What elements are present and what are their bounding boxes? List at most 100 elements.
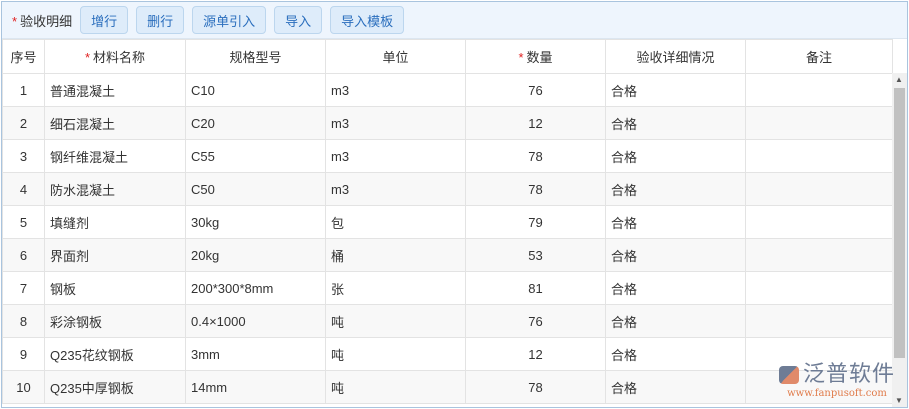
- table-cell[interactable]: [745, 106, 893, 140]
- table-cell[interactable]: 合格: [605, 238, 746, 272]
- add-row-button[interactable]: 增行: [80, 6, 129, 34]
- table-cell[interactable]: 张: [325, 271, 466, 305]
- column-header-label: 规格型号: [229, 50, 282, 65]
- table-cell[interactable]: 3: [2, 139, 45, 173]
- table-cell[interactable]: C50: [185, 172, 326, 206]
- table-cell[interactable]: [745, 271, 893, 305]
- table-cell[interactable]: 7: [2, 271, 45, 305]
- scroll-up-icon[interactable]: ▲: [895, 75, 903, 84]
- table-cell[interactable]: 合格: [605, 106, 746, 140]
- table-cell[interactable]: [745, 238, 893, 272]
- table-cell[interactable]: Q235花纹钢板: [44, 337, 186, 371]
- logo-url: www.fanpusoft.com: [787, 388, 887, 399]
- column-header[interactable]: 单位: [325, 39, 466, 74]
- column-header-label: 数量: [526, 50, 553, 65]
- table-cell[interactable]: m3: [325, 139, 466, 173]
- table-cell[interactable]: Q235中厚钢板: [44, 370, 186, 404]
- table-row[interactable]: 5 填缝剂 30kg 包 79 合格: [2, 205, 893, 239]
- required-mark: *: [84, 50, 91, 65]
- table-cell[interactable]: 填缝剂: [44, 205, 186, 239]
- table-cell[interactable]: [745, 304, 893, 338]
- table-row[interactable]: 6 界面剂 20kg 桶 53 合格: [2, 238, 893, 272]
- table-cell[interactable]: 3mm: [185, 337, 326, 371]
- table-cell[interactable]: 9: [2, 337, 45, 371]
- table-cell[interactable]: 吨: [325, 304, 466, 338]
- table-cell[interactable]: 合格: [605, 370, 746, 404]
- table-cell[interactable]: C20: [185, 106, 326, 140]
- import-source-button[interactable]: 源单引入: [192, 6, 267, 34]
- table-row[interactable]: 9 Q235花纹钢板 3mm 吨 12 合格: [2, 337, 893, 371]
- table-cell[interactable]: 81: [465, 271, 606, 305]
- column-header-label: 序号: [10, 50, 37, 65]
- table-cell[interactable]: 合格: [605, 337, 746, 371]
- table-cell[interactable]: 合格: [605, 172, 746, 206]
- table-cell[interactable]: 76: [465, 73, 606, 107]
- table-cell[interactable]: C55: [185, 139, 326, 173]
- table-cell[interactable]: 钢纤维混凝土: [44, 139, 186, 173]
- table-cell[interactable]: 合格: [605, 271, 746, 305]
- table-cell[interactable]: 78: [465, 139, 606, 173]
- table-cell[interactable]: 14mm: [185, 370, 326, 404]
- table-row[interactable]: 8 彩涂钢板 0.4×1000 吨 76 合格: [2, 304, 893, 338]
- column-header[interactable]: * 材料名称: [44, 39, 186, 74]
- table-cell[interactable]: 0.4×1000: [185, 304, 326, 338]
- column-header[interactable]: 序号: [2, 39, 45, 74]
- table-cell[interactable]: 包: [325, 205, 466, 239]
- table-cell[interactable]: 普通混凝土: [44, 73, 186, 107]
- table-cell[interactable]: 2: [2, 106, 45, 140]
- table-cell[interactable]: 彩涂钢板: [44, 304, 186, 338]
- table-cell[interactable]: 78: [465, 172, 606, 206]
- table-cell[interactable]: 1: [2, 73, 45, 107]
- table-cell[interactable]: 30kg: [185, 205, 326, 239]
- table-cell[interactable]: m3: [325, 73, 466, 107]
- table-row[interactable]: 4 防水混凝土 C50 m3 78 合格: [2, 172, 893, 206]
- table-cell[interactable]: 12: [465, 337, 606, 371]
- table-cell[interactable]: 4: [2, 172, 45, 206]
- table-cell[interactable]: C10: [185, 73, 326, 107]
- table-cell[interactable]: 合格: [605, 304, 746, 338]
- table-cell[interactable]: [745, 172, 893, 206]
- table-cell[interactable]: 合格: [605, 139, 746, 173]
- table-row[interactable]: 3 钢纤维混凝土 C55 m3 78 合格: [2, 139, 893, 173]
- column-header[interactable]: 备注: [745, 39, 893, 74]
- table-cell[interactable]: 吨: [325, 370, 466, 404]
- scrollbar-thumb[interactable]: [894, 88, 905, 358]
- table-row[interactable]: 1 普通混凝土 C10 m3 76 合格: [2, 73, 893, 107]
- table-cell[interactable]: 桶: [325, 238, 466, 272]
- table-cell[interactable]: 8: [2, 304, 45, 338]
- table-cell[interactable]: m3: [325, 172, 466, 206]
- table-cell[interactable]: 12: [465, 106, 606, 140]
- table-cell[interactable]: 5: [2, 205, 45, 239]
- logo-icon: [778, 366, 799, 385]
- table-cell[interactable]: m3: [325, 106, 466, 140]
- table-cell[interactable]: [745, 73, 893, 107]
- table-cell[interactable]: 6: [2, 238, 45, 272]
- table-row[interactable]: 10 Q235中厚钢板 14mm 吨 78 合格: [2, 370, 893, 404]
- watermark-logo: 泛普软件 www.fanpusoft.com: [778, 356, 895, 399]
- table-cell[interactable]: 76: [465, 304, 606, 338]
- table-cell[interactable]: [745, 205, 893, 239]
- table-cell[interactable]: 78: [465, 370, 606, 404]
- import-template-button[interactable]: 导入模板: [330, 6, 405, 34]
- table-cell[interactable]: 界面剂: [44, 238, 186, 272]
- scroll-down-icon[interactable]: ▼: [895, 396, 903, 405]
- table-cell[interactable]: 10: [2, 370, 45, 404]
- table-cell[interactable]: 钢板: [44, 271, 186, 305]
- table-cell[interactable]: 合格: [605, 205, 746, 239]
- table-cell[interactable]: 20kg: [185, 238, 326, 272]
- delete-row-button[interactable]: 删行: [136, 6, 185, 34]
- import-button[interactable]: 导入: [274, 6, 323, 34]
- column-header[interactable]: 规格型号: [185, 39, 326, 74]
- table-cell[interactable]: 合格: [605, 73, 746, 107]
- column-header[interactable]: * 数量: [465, 39, 606, 74]
- table-cell[interactable]: 200*300*8mm: [185, 271, 326, 305]
- table-cell[interactable]: 79: [465, 205, 606, 239]
- table-cell[interactable]: 细石混凝土: [44, 106, 186, 140]
- table-cell[interactable]: [745, 139, 893, 173]
- table-cell[interactable]: 吨: [325, 337, 466, 371]
- table-cell[interactable]: 防水混凝土: [44, 172, 186, 206]
- table-row[interactable]: 2 细石混凝土 C20 m3 12 合格: [2, 106, 893, 140]
- table-cell[interactable]: 53: [465, 238, 606, 272]
- table-row[interactable]: 7 钢板 200*300*8mm 张 81 合格: [2, 271, 893, 305]
- column-header[interactable]: 验收详细情况: [605, 39, 746, 74]
